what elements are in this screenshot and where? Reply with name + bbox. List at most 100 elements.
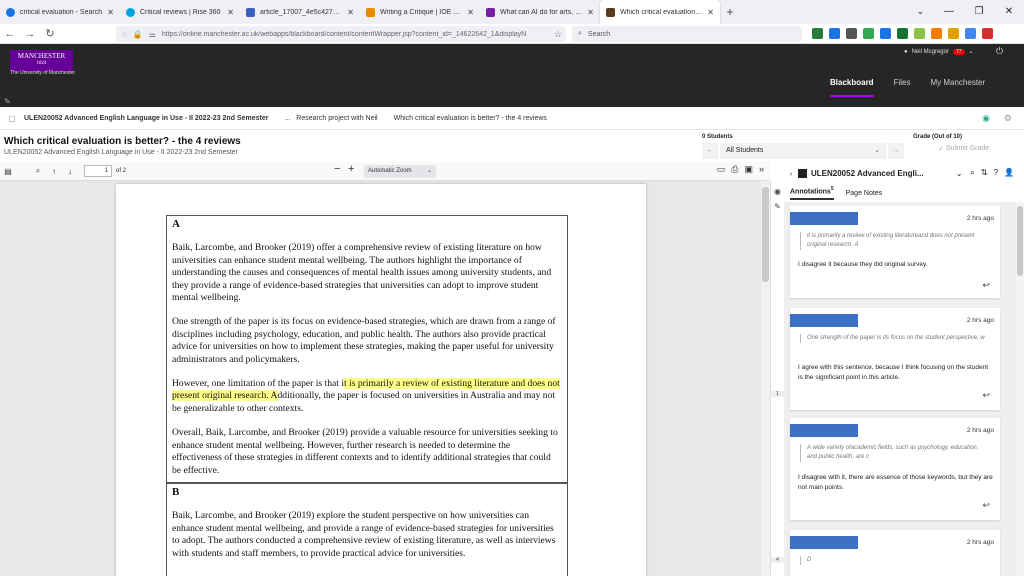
breadcrumb-ellipsis[interactable]: ... [284, 115, 290, 122]
panel-group-title[interactable]: ULEN20052 Advanced Engli... [811, 169, 956, 178]
reply-icon[interactable]: ↩ [982, 390, 990, 401]
reply-icon[interactable]: ↩ [982, 280, 990, 291]
page-number-input[interactable]: 1 [84, 165, 112, 177]
paperclip-icon[interactable]: ✎ [4, 97, 11, 106]
maximize-icon[interactable]: ❐ [964, 0, 994, 24]
extension-icon[interactable] [812, 28, 823, 39]
browser-tab[interactable]: Critical reviews | Rise 360 ✕ [120, 0, 240, 24]
reload-icon[interactable]: ↻ [40, 27, 60, 40]
shield-icon[interactable]: ◌ [122, 30, 127, 39]
pdf-viewer[interactable]: A Baik, Larcombe, and Brooker (2019) off… [0, 181, 770, 576]
user-icon[interactable]: 👤 [1004, 168, 1014, 178]
close-window-icon[interactable]: ✕ [994, 0, 1024, 24]
extension-icon[interactable] [846, 28, 857, 39]
course-menu-icon[interactable]: ▢ [0, 114, 24, 123]
close-icon[interactable]: ✕ [587, 8, 594, 17]
tools-menu-icon[interactable]: » [759, 164, 764, 175]
reply-icon[interactable]: ↩ [982, 500, 990, 511]
browser-tab-active[interactable]: Which critical evaluation is bett✕ [600, 0, 720, 24]
browser-tab[interactable]: article_17007_4e5c4273c3f2a64(✕ [240, 0, 360, 24]
url-text[interactable]: https://online.manchester.ac.uk/webapps/… [162, 31, 554, 38]
visibility-eye-icon[interactable]: ◉ [771, 187, 784, 196]
notification-badge[interactable]: 77 [952, 48, 965, 55]
extension-icon[interactable] [863, 28, 874, 39]
search-icon[interactable]: ⌕ [970, 168, 974, 178]
browser-tab[interactable]: critical evaluation - Search ✕ [0, 0, 120, 24]
annotation-author[interactable] [790, 536, 858, 549]
minimize-icon[interactable]: — [934, 0, 964, 24]
annotation-author[interactable] [790, 314, 858, 327]
close-icon[interactable]: ✕ [707, 8, 714, 17]
annotation-timestamp[interactable]: 2 hrs ago [967, 539, 994, 546]
extension-icon[interactable] [948, 28, 959, 39]
zoom-in-icon[interactable]: + [348, 163, 354, 175]
address-bar[interactable]: ◌ 🔒 ⚌ https://online.manchester.ac.uk/we… [116, 26, 566, 42]
extension-icon[interactable] [829, 28, 840, 39]
nav-files[interactable]: Files [894, 78, 911, 97]
permissions-icon[interactable]: ⚌ [149, 30, 156, 39]
extension-icon[interactable] [897, 28, 908, 39]
annotation-card[interactable]: 2 hrs ago A wide variety ofacademic fiel… [790, 418, 1000, 520]
forward-icon[interactable]: → [20, 28, 40, 40]
view-icon[interactable]: ◉ [982, 113, 990, 124]
close-icon[interactable]: ✕ [347, 8, 354, 17]
sort-icon[interactable]: ⇅ [981, 168, 988, 178]
annotation-bucket-count[interactable]: 1 [771, 391, 784, 397]
next-student-icon[interactable]: → [888, 143, 904, 159]
extension-icon[interactable] [914, 28, 925, 39]
zoom-out-icon[interactable]: − [334, 163, 340, 175]
student-dropdown[interactable]: All Students ⌄ [720, 143, 886, 159]
annotation-author[interactable] [790, 424, 858, 437]
bookmark-star-icon[interactable]: ☆ [554, 29, 562, 40]
save-icon[interactable]: ▣ [744, 164, 753, 175]
settings-icon[interactable]: ⚙ [1004, 113, 1012, 124]
user-menu[interactable]: ● Neil Mcgregor 77 ⌄ [904, 48, 974, 55]
annotation-card[interactable]: 2 hrs ago it is primarily a review of ex… [790, 206, 1000, 298]
extension-icon[interactable] [965, 28, 976, 39]
chevron-down-icon[interactable]: ⌄ [969, 48, 974, 55]
page-note-icon[interactable]: ✎ [771, 202, 784, 211]
pdf-scrollbar[interactable] [761, 181, 770, 576]
print-icon[interactable]: ⎙ [731, 164, 738, 175]
scrollbar-thumb[interactable] [762, 187, 769, 282]
annotation-author[interactable] [790, 212, 858, 225]
extension-icon[interactable] [931, 28, 942, 39]
tab-list-icon[interactable]: ⌄ [916, 6, 924, 17]
annotation-timestamp[interactable]: 2 hrs ago [967, 317, 994, 324]
breadcrumb-research-project[interactable]: Research project with Neil [296, 115, 377, 122]
browser-tab[interactable]: What can AI do for arts, culture✕ [480, 0, 600, 24]
logout-icon[interactable]: ⏻ [996, 46, 1003, 57]
zoom-select[interactable]: Automatic Zoom ⌄ [364, 165, 436, 178]
close-icon[interactable]: ✕ [467, 8, 474, 17]
open-file-icon[interactable]: ▭ [717, 164, 726, 175]
sidebar-toggle-icon[interactable]: ▤ [0, 167, 16, 176]
collapse-panel-icon[interactable]: › [784, 169, 798, 178]
extension-icon[interactable] [982, 28, 993, 39]
chevron-down-icon[interactable]: ⌄ [956, 169, 963, 178]
tab-page-notes[interactable]: Page Notes [846, 190, 883, 197]
annotation-card[interactable]: 2 hrs ago One strength of the paper is i… [790, 308, 1000, 410]
submit-grade-button[interactable]: Submit Grade [946, 145, 989, 152]
back-icon[interactable]: ← [0, 28, 20, 40]
annotation-card[interactable]: 2 hrs ago D [790, 530, 1000, 576]
close-icon[interactable]: ✕ [107, 8, 114, 17]
scrollbar-thumb[interactable] [1017, 206, 1023, 276]
lock-icon[interactable]: 🔒 [133, 30, 143, 39]
browser-tab[interactable]: Writing a Critique | IOE Writing✕ [360, 0, 480, 24]
extension-icon[interactable] [880, 28, 891, 39]
annotation-bucket-count[interactable]: 4 [771, 557, 784, 563]
tab-annotations[interactable]: Annotations5 [790, 186, 834, 200]
nav-blackboard[interactable]: Blackboard [830, 78, 874, 97]
close-icon[interactable]: ✕ [227, 8, 234, 17]
previous-student-icon[interactable]: ← [702, 143, 718, 159]
annotation-scrollbar[interactable] [1016, 202, 1024, 576]
next-page-icon[interactable]: ↓ [62, 167, 78, 176]
university-logo[interactable]: MANCHESTER 1824 [10, 50, 73, 72]
previous-page-icon[interactable]: ↑ [46, 167, 62, 176]
new-tab-button[interactable]: + [720, 5, 740, 19]
annotation-timestamp[interactable]: 2 hrs ago [967, 427, 994, 434]
find-icon[interactable]: ⌕ [30, 166, 46, 176]
breadcrumb-course[interactable]: ULEN20052 Advanced English Language in U… [24, 115, 268, 122]
help-icon[interactable]: ? [994, 168, 998, 178]
annotation-timestamp[interactable]: 2 hrs ago [967, 215, 994, 222]
